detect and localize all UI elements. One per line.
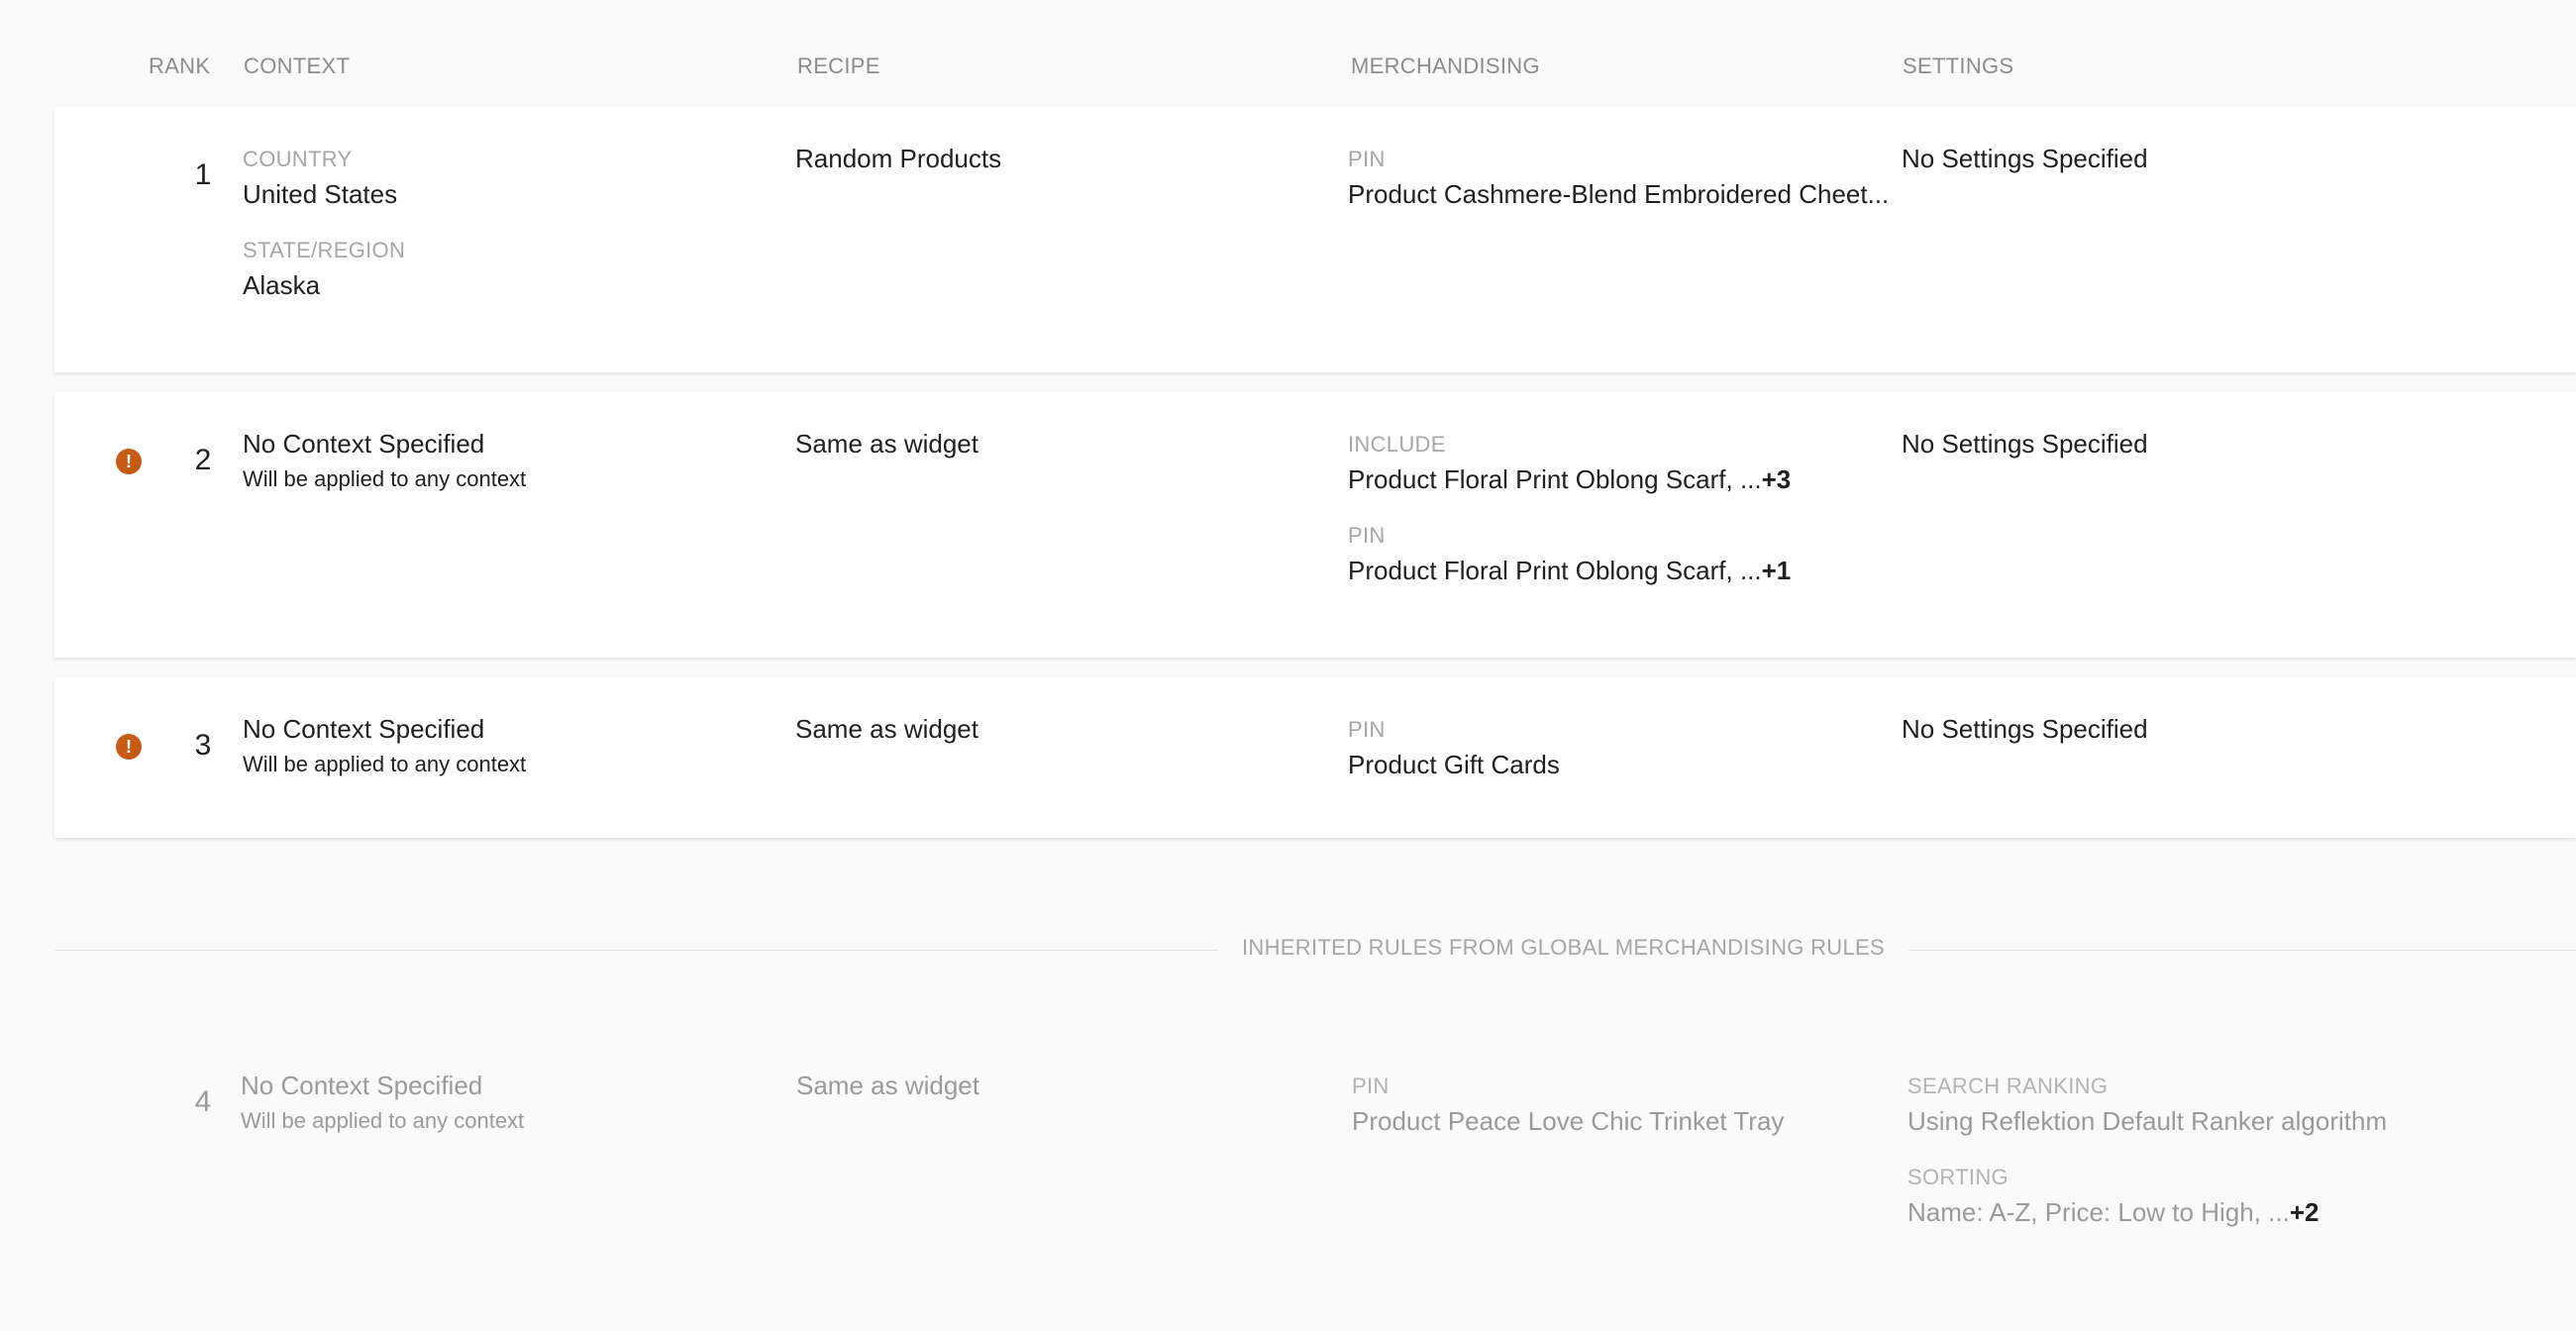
settings-value: No Settings Specified [1902,429,2148,459]
context-sub: Will be applied to any context [243,752,527,776]
context-label-state: STATE/REGION [243,238,406,262]
recipe-value: Same as widget [795,714,979,744]
context-sub: Will be applied to any context [243,466,527,491]
rule-recipe: Same as widget [796,1066,979,1105]
settings-label-search-ranking: SEARCH RANKING [1907,1074,2109,1098]
recipe-value: Same as widget [796,1071,979,1100]
settings-value-sorting: Name: A-Z, Price: Low to High, ...+2 [1907,1192,2387,1232]
header-rank: RANK [149,53,211,78]
merch-value-include: Product Floral Print Oblong Scarf, ...+3 [1348,460,1791,499]
settings-value-search-ranking: Using Reflektion Default Ranker algorith… [1907,1106,2388,1136]
merch-value-pin: Product Peace Love Chic Trinket Tray [1352,1106,1785,1136]
more-count[interactable]: +1 [1762,556,1792,585]
context-value-country: United States [243,179,398,209]
rule-context: COUNTRY United States STATE/REGION Alask… [243,145,405,305]
context-value-state: Alaska [243,270,321,300]
merch-label-include: INCLUDE [1348,432,1446,457]
inherited-rule-row-4[interactable]: 4 No Context Specified Will be applied t… [54,1040,2576,1278]
header-context: CONTEXT [244,53,351,78]
rule-rank: 3 [194,729,212,762]
inherited-rules-label: INHERITED RULES FROM GLOBAL MERCHANDISIN… [1218,935,1908,961]
rule-row-2[interactable]: ! 2 No Context Specified Will be applied… [54,392,2576,658]
rule-context: No Context Specified Will be applied to … [243,424,526,495]
merch-value-pin: Product Gift Cards [1348,750,1560,779]
rule-merchandising: PIN Product Peace Love Chic Trinket Tray [1352,1072,1784,1141]
rule-recipe: Random Products [795,139,1001,178]
warning-icon: ! [116,449,142,474]
rule-recipe: Same as widget [795,424,979,463]
merch-value-text: Product Floral Print Oblong Scarf, ... [1348,464,1762,494]
context-sub: Will be applied to any context [241,1108,525,1133]
header-recipe: RECIPE [797,53,880,78]
merch-label-pin: PIN [1352,1074,1390,1098]
rule-recipe: Same as widget [795,709,979,749]
rule-merchandising: PIN Product Cashmere-Blend Embroidered C… [1348,145,1889,214]
more-count[interactable]: +2 [2290,1197,2319,1227]
merch-value-pin: Product Floral Print Oblong Scarf, ...+1 [1348,551,1791,590]
table-header: RANK CONTEXT RECIPE MERCHANDISING SETTIN… [0,0,2576,109]
recipe-value: Random Products [795,144,1002,173]
settings-value: No Settings Specified [1902,714,2148,744]
merch-label-pin: PIN [1348,523,1386,548]
rule-row-3[interactable]: ! 3 No Context Specified Will be applied… [54,677,2576,838]
settings-value: No Settings Specified [1902,144,2148,173]
rule-rank: 1 [194,158,212,191]
rule-row-1[interactable]: 1 COUNTRY United States STATE/REGION Ala… [54,107,2576,372]
context-value: No Context Specified [241,1071,483,1100]
merch-value-pin: Product Cashmere-Blend Embroidered Cheet… [1348,179,1890,209]
merch-label-pin: PIN [1348,717,1386,742]
rule-rank: 4 [194,1085,212,1118]
rule-settings: SEARCH RANKING Using Reflektion Default … [1907,1072,2387,1232]
context-value: No Context Specified [243,429,485,459]
context-value: No Context Specified [243,714,485,744]
settings-value-text: Name: A-Z, Price: Low to High, ... [1907,1197,2290,1227]
merch-value-text: Product Floral Print Oblong Scarf, ... [1348,556,1762,585]
rule-merchandising: PIN Product Gift Cards [1348,715,1560,784]
rule-context: No Context Specified Will be applied to … [243,709,526,780]
warning-icon: ! [116,734,142,760]
context-label-country: COUNTRY [243,147,353,171]
merch-label-pin: PIN [1348,147,1386,171]
rule-context: No Context Specified Will be applied to … [241,1066,524,1137]
rule-settings: No Settings Specified [1902,709,2148,749]
rule-rank: 2 [194,444,212,476]
rule-settings: No Settings Specified [1902,424,2148,463]
header-merchandising: MERCHANDISING [1351,53,1540,78]
recipe-value: Same as widget [795,429,979,459]
rule-merchandising: INCLUDE Product Floral Print Oblong Scar… [1348,430,1791,590]
settings-label-sorting: SORTING [1907,1165,2009,1189]
header-settings: SETTINGS [1903,53,2014,78]
rule-settings: No Settings Specified [1902,139,2148,178]
more-count[interactable]: +3 [1762,464,1792,494]
